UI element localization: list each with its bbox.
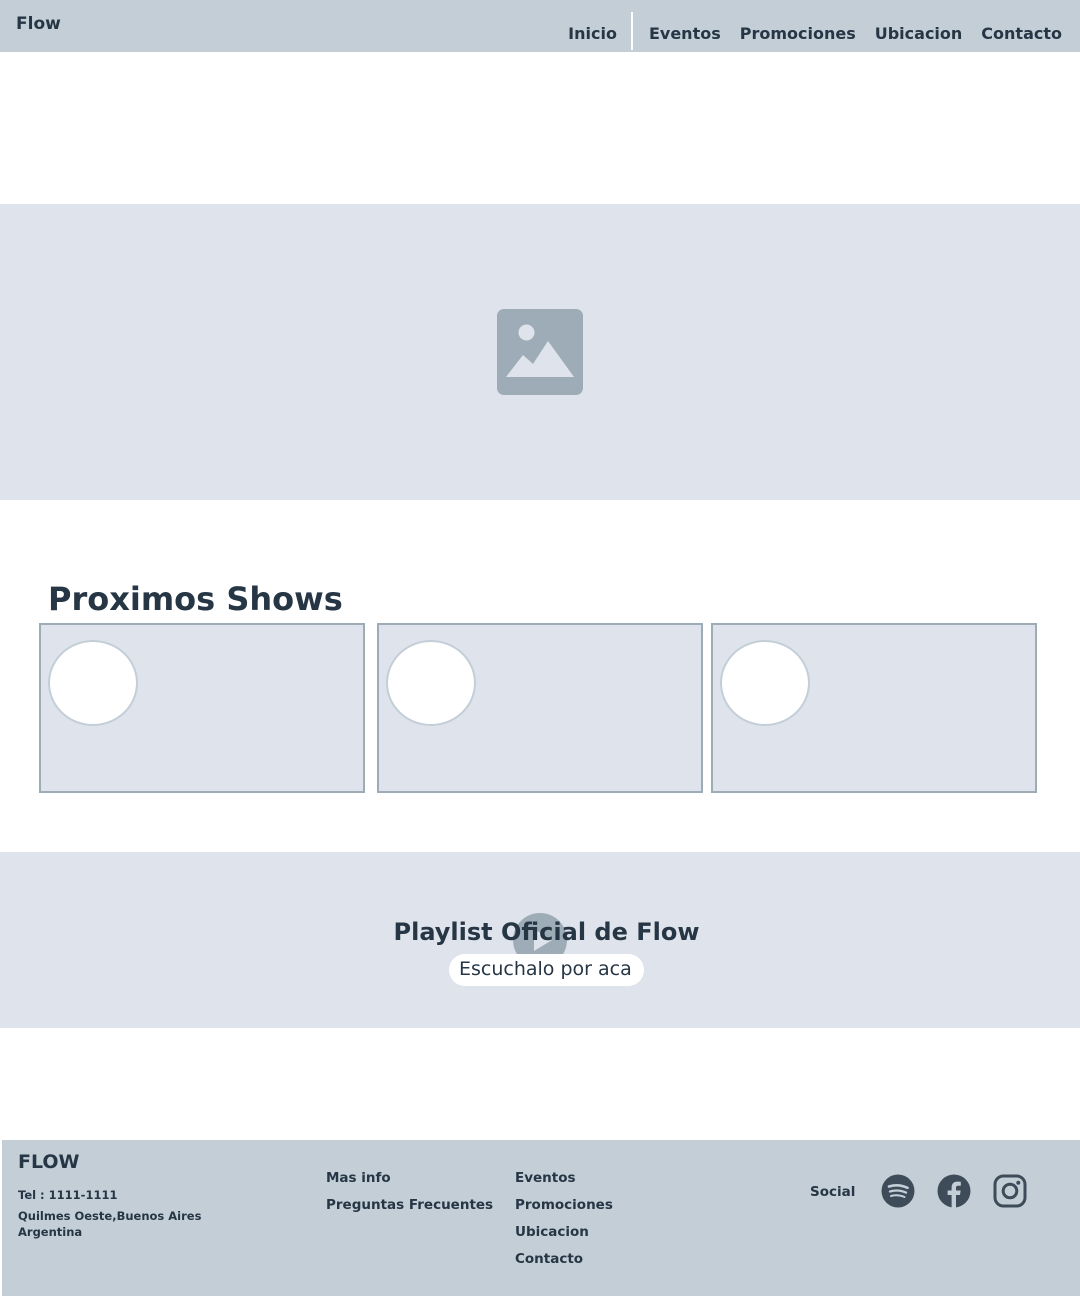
social-label: Social [810,1184,856,1200]
footer-link-faq[interactable]: Preguntas Frecuentes [326,1197,493,1213]
nav-inicio[interactable]: Inicio [568,24,617,43]
nav-ubicacion[interactable]: Ubicacion [875,24,963,43]
footer-link-eventos[interactable]: Eventos [515,1170,576,1186]
footer-country: Argentina [18,1225,83,1239]
nav-promociones[interactable]: Promociones [740,24,856,43]
nav-contacto[interactable]: Contacto [981,24,1062,43]
playlist-title: Playlist Oficial de Flow [393,918,700,946]
footer-phone: Tel : 1111-1111 [18,1188,118,1202]
nav-divider [630,12,633,50]
listen-button[interactable]: Escuchalo por aca [449,954,644,986]
footer-brand: FLOW [18,1151,80,1173]
show-card[interactable] [711,623,1037,793]
brand-logo[interactable]: Flow [16,14,61,34]
show-card[interactable] [39,623,365,793]
footer-address: Quilmes Oeste,Buenos Aires [18,1209,202,1223]
show-card[interactable] [377,623,703,793]
instagram-icon[interactable] [993,1174,1027,1208]
top-navbar: Flow Inicio Eventos Promociones Ubicacio… [0,0,1080,52]
nav-eventos[interactable]: Eventos [649,24,721,43]
show-card-avatar [720,640,810,726]
main-nav: Inicio Eventos Promociones Ubicacion Con… [568,12,1062,52]
show-card-avatar [386,640,476,726]
show-card-avatar [48,640,138,726]
image-placeholder-icon [497,309,583,395]
facebook-icon[interactable] [937,1174,971,1208]
footer-link-mas-info[interactable]: Mas info [326,1170,391,1186]
spotify-icon[interactable] [881,1174,915,1208]
footer-link-promociones[interactable]: Promociones [515,1197,613,1213]
shows-title: Proximos Shows [48,580,343,618]
footer-link-contacto[interactable]: Contacto [515,1251,583,1267]
footer-link-ubicacion[interactable]: Ubicacion [515,1224,589,1240]
